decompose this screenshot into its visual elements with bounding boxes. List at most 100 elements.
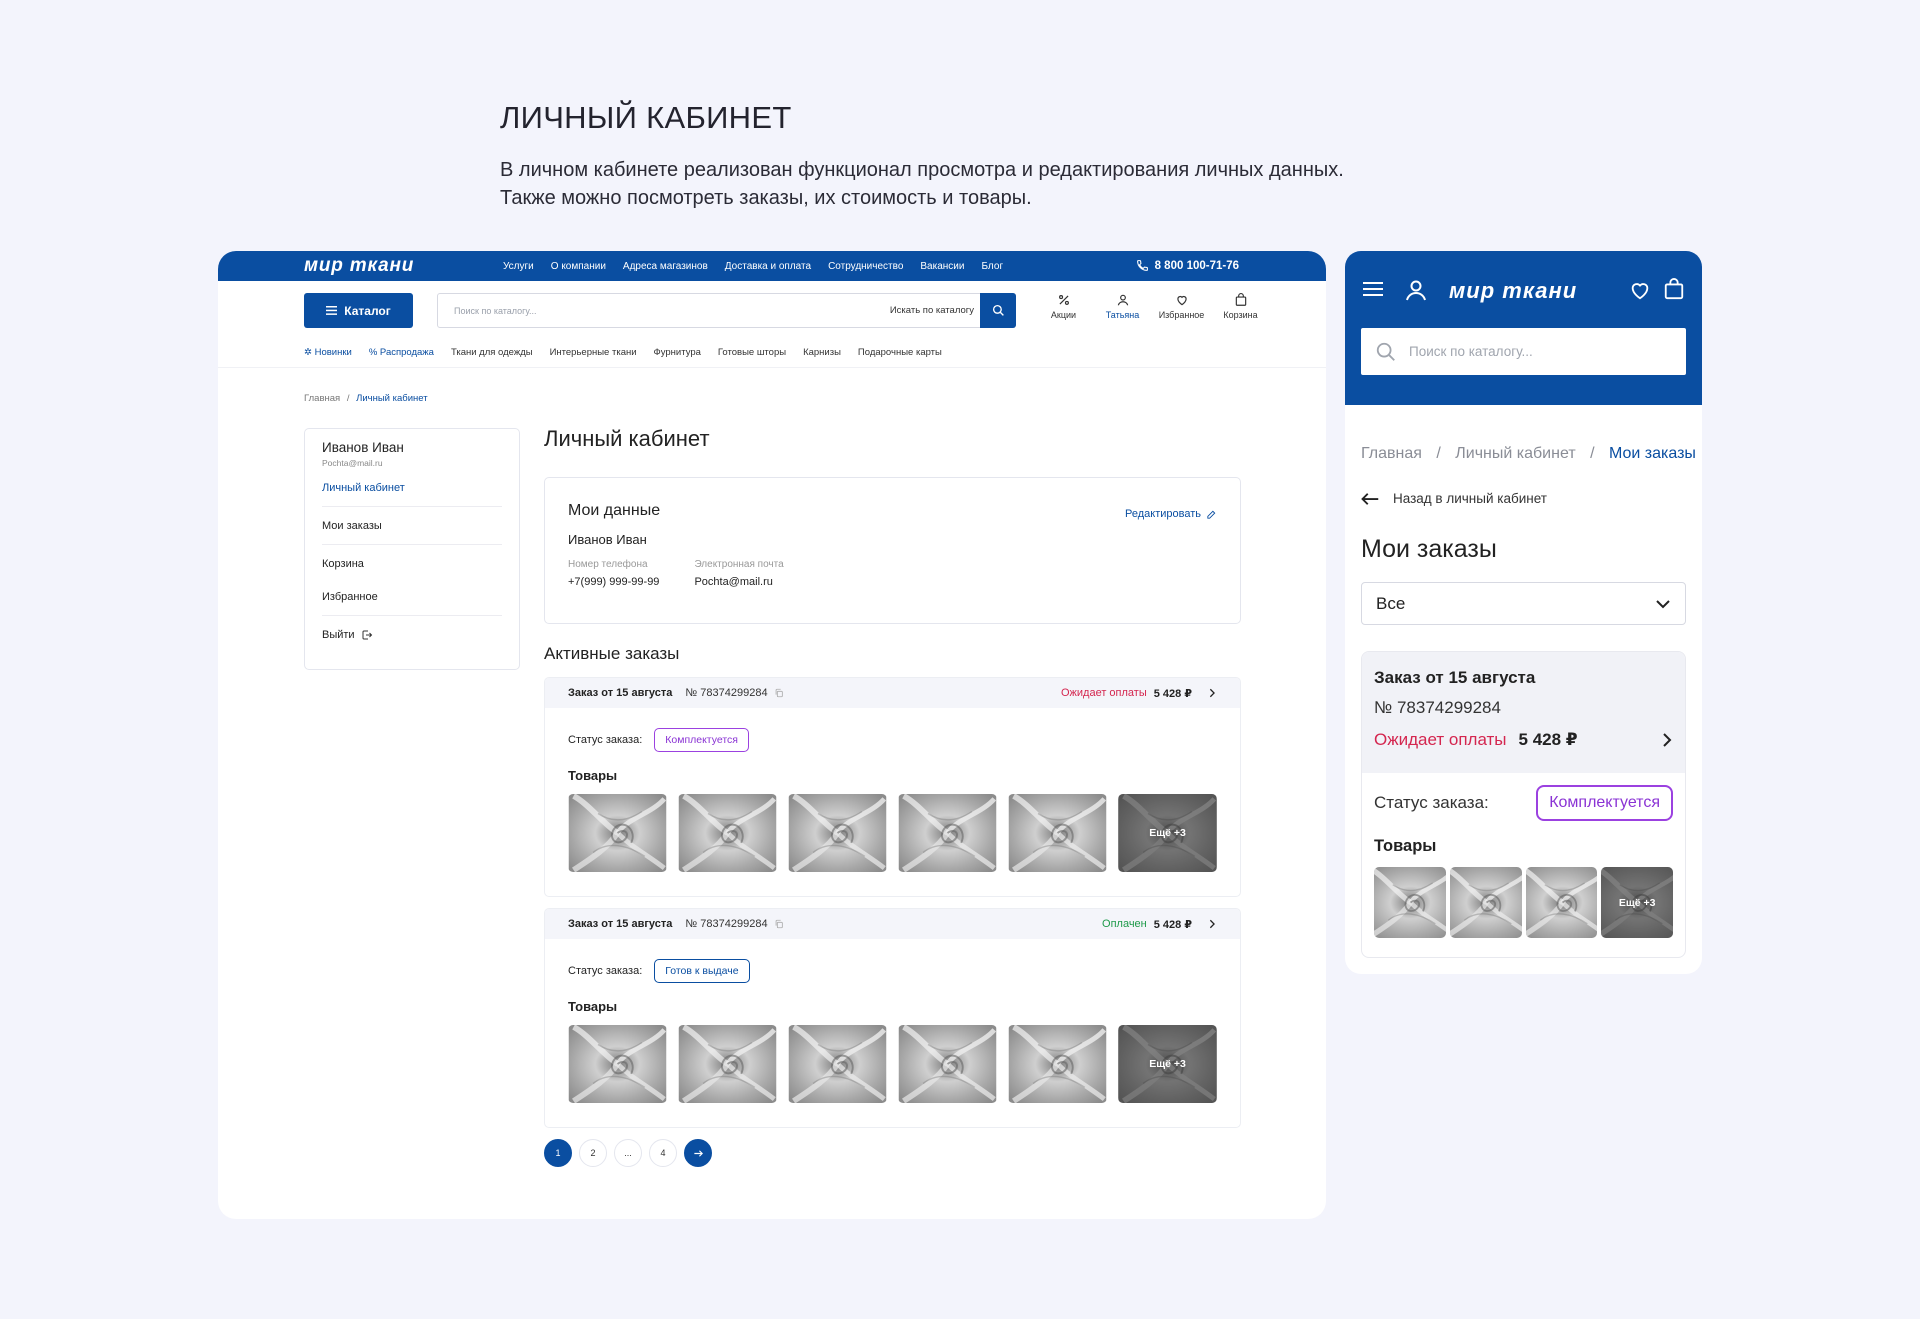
logo[interactable]: мир ткани [1449, 278, 1577, 304]
sidebar-item-favorites[interactable]: Избранное [322, 591, 502, 603]
hamburger-icon[interactable] [1363, 280, 1383, 298]
bag-icon[interactable] [1663, 278, 1685, 300]
edit-button[interactable]: Редактировать [1125, 508, 1217, 520]
menu-item[interactable]: Фурнитура [654, 347, 701, 358]
divider [322, 544, 502, 545]
phone-link[interactable]: 8 800 100-71-76 [1136, 259, 1239, 272]
status-label: Статус заказа: [568, 965, 643, 977]
menu-label: Новинки [314, 347, 352, 358]
promo-link[interactable]: Акции [1034, 293, 1093, 320]
search-bar: Поиск по каталогу... Искать по каталогу [437, 293, 1016, 328]
search-button[interactable] [980, 293, 1016, 328]
menu-item-new[interactable]: ✲ Новинки [304, 347, 352, 358]
order-sum: 5 428 ₽ [1153, 687, 1192, 700]
pagination: 1 2 ... 4 [544, 1139, 712, 1167]
back-label: Назад в личный кабинет [1393, 491, 1547, 506]
page-title: Мои заказы [1361, 535, 1497, 563]
product-thumbnail[interactable] [1450, 867, 1522, 938]
topnav-link[interactable]: Сотрудничество [828, 261, 903, 272]
product-thumbnail[interactable] [678, 794, 777, 872]
product-thumbnail[interactable] [568, 794, 667, 872]
more-label: Ещё +3 [1601, 867, 1673, 938]
product-thumbnail[interactable] [1526, 867, 1598, 938]
breadcrumb-sep: / [1590, 445, 1595, 462]
search-scope[interactable]: Искать по каталогу [890, 305, 980, 316]
goods-thumbnails: Ещё +3 [568, 1025, 1217, 1103]
product-thumbnail[interactable] [1008, 1025, 1107, 1103]
product-thumbnail[interactable] [678, 1025, 777, 1103]
menu-item[interactable]: Карнизы [803, 347, 841, 358]
more-products[interactable]: Ещё +3 [1118, 794, 1217, 872]
page-button[interactable]: 4 [649, 1139, 677, 1167]
topnav-link[interactable]: Адреса магазинов [623, 261, 708, 272]
product-thumbnail[interactable] [568, 1025, 667, 1103]
order-header[interactable]: Заказ от 15 августа № 78374299284 Ожидае… [545, 678, 1240, 708]
page-button[interactable]: 2 [579, 1139, 607, 1167]
order-card: Заказ от 15 августа № 78374299284 Ожидае… [1361, 651, 1686, 958]
product-thumbnail[interactable] [1008, 794, 1107, 872]
product-thumbnail[interactable] [898, 794, 997, 872]
more-label: Ещё +3 [1118, 1025, 1217, 1103]
status-label: Статус заказа: [1374, 793, 1489, 812]
menu-item[interactable]: Подарочные карты [858, 347, 942, 358]
search-input[interactable]: Поиск по каталогу... [438, 306, 890, 316]
breadcrumb-home[interactable]: Главная [304, 393, 340, 404]
divider [218, 367, 1326, 368]
product-thumbnail[interactable] [788, 1025, 887, 1103]
user-icon[interactable] [1404, 278, 1428, 302]
top-bar: мир ткани Услуги О компании Адреса магаз… [218, 251, 1326, 281]
more-products[interactable]: Ещё +3 [1118, 1025, 1217, 1103]
sidebar-item-orders[interactable]: Мои заказы [322, 520, 502, 532]
sidebar-item-cart[interactable]: Корзина [322, 558, 502, 570]
search-icon [1376, 342, 1395, 361]
order-header[interactable]: Заказ от 15 августа № 78374299284 Оплаче… [545, 909, 1240, 939]
catalog-button[interactable]: Каталог [304, 293, 413, 328]
copy-icon[interactable] [774, 919, 784, 929]
copy-icon[interactable] [774, 688, 784, 698]
product-thumbnail[interactable] [788, 794, 887, 872]
heart-icon[interactable] [1629, 279, 1651, 301]
logo[interactable]: мир ткани [304, 255, 414, 277]
topnav-link[interactable]: Блог [981, 261, 1003, 272]
sidebar-item-account[interactable]: Личный кабинет [322, 482, 502, 494]
topnav-link[interactable]: Доставка и оплата [725, 261, 811, 272]
divider [322, 506, 502, 507]
account-link[interactable]: Татьяна [1093, 293, 1152, 320]
chevron-right-icon [1663, 733, 1672, 747]
product-thumbnail[interactable] [1374, 867, 1446, 938]
favorites-link[interactable]: Избранное [1152, 293, 1211, 320]
next-page-button[interactable] [684, 1139, 712, 1167]
more-products[interactable]: Ещё +3 [1601, 867, 1673, 938]
breadcrumb-home[interactable]: Главная [1361, 445, 1422, 462]
topnav-link[interactable]: Услуги [503, 261, 534, 272]
status-badge: Комплектуется [654, 728, 749, 752]
cart-label: Корзина [1223, 310, 1258, 320]
menu-item[interactable]: Интерьерные ткани [550, 347, 637, 358]
order-payment-row: Ожидает оплаты 5 428 ₽ [1374, 730, 1673, 750]
hamburger-icon [326, 306, 338, 315]
active-orders-title: Активные заказы [544, 644, 680, 663]
mobile-search-input[interactable]: Поиск по каталогу... [1361, 328, 1686, 375]
bag-icon [1235, 293, 1246, 306]
page-title: Личный кабинет [544, 426, 710, 451]
intro-section: ЛИЧНЫЙ КАБИНЕТ В личном кабинете реализо… [500, 100, 1500, 212]
topnav-link[interactable]: О компании [551, 261, 606, 272]
phone-icon [1136, 260, 1148, 271]
menu-item-sale[interactable]: % Распродажа [369, 347, 434, 358]
page-button[interactable]: 1 [544, 1139, 572, 1167]
topnav-link[interactable]: Вакансии [920, 261, 964, 272]
cart-link[interactable]: Корзина [1211, 293, 1270, 320]
desktop-mockup: мир ткани Услуги О компании Адреса магаз… [218, 251, 1326, 1219]
product-thumbnail[interactable] [898, 1025, 997, 1103]
divider [322, 615, 502, 616]
order-filter-select[interactable]: Все [1361, 582, 1686, 625]
order-header[interactable]: Заказ от 15 августа № 78374299284 Ожидае… [1362, 652, 1685, 773]
sidebar-item-logout[interactable]: Выйти [322, 629, 502, 641]
menu-item[interactable]: Ткани для одежды [451, 347, 533, 358]
menu-item[interactable]: Готовые шторы [718, 347, 786, 358]
user-name: Иванов Иван [322, 440, 404, 455]
chevron-down-icon [1656, 599, 1670, 608]
breadcrumb-account[interactable]: Личный кабинет [1455, 445, 1575, 462]
back-link[interactable]: Назад в личный кабинет [1361, 491, 1547, 506]
account-sidebar: Иванов Иван Pochta@mail.ru Личный кабине… [304, 428, 520, 670]
